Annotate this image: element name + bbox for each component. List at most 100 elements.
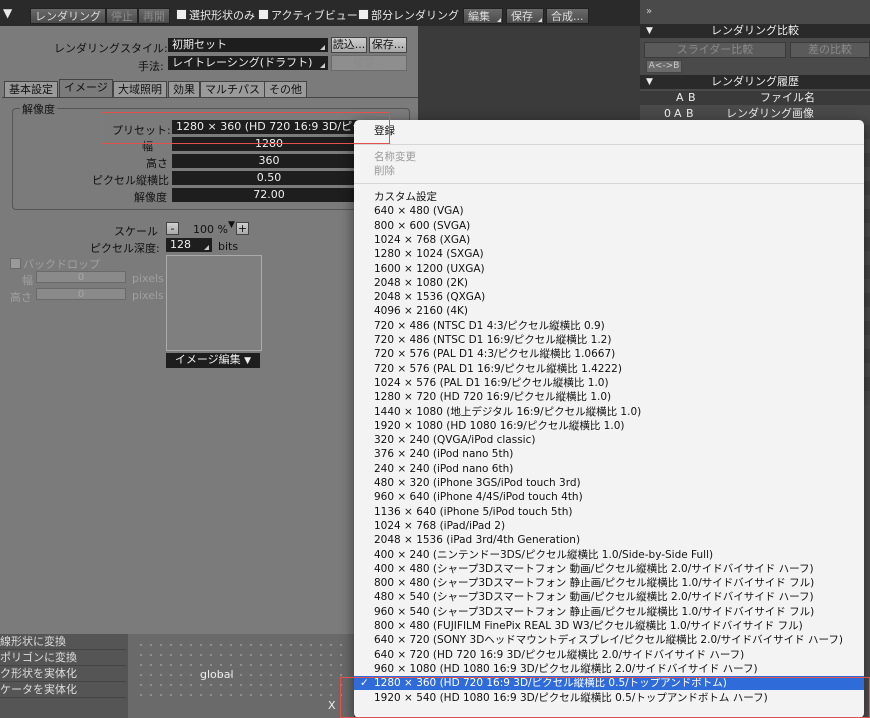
stop-button[interactable]: 停止	[106, 8, 138, 24]
image-edit-button[interactable]: イメージ編集 ▼	[166, 353, 260, 368]
preset-item[interactable]: 1024 × 768 (iPad/iPad 2)	[354, 519, 864, 533]
scale-dropdown-icon[interactable]: ▼	[228, 220, 235, 230]
load-button[interactable]: 読込...	[331, 37, 367, 53]
tab-effects[interactable]: 効果	[168, 81, 200, 98]
dropdown-icon	[204, 245, 209, 250]
preset-item[interactable]: 720 × 576 (PAL D1 4:3/ピクセル縦横比 1.0667)	[354, 347, 864, 361]
edit-menu-button[interactable]: 編集	[463, 8, 503, 24]
preset-item[interactable]: 2048 × 1080 (2K)	[354, 276, 864, 290]
backdrop-preview[interactable]	[166, 255, 262, 351]
checkbox-icon[interactable]	[358, 9, 369, 20]
scale-plus-button[interactable]: +	[236, 222, 249, 235]
backdrop-height-unit: pixels	[132, 289, 164, 302]
partial-render-checkbox[interactable]: 部分レンダリング	[358, 8, 459, 24]
list-item[interactable]: 線形状に変換	[0, 634, 126, 650]
backdrop-width-field[interactable]: 0	[36, 271, 126, 283]
checkbox-icon[interactable]	[10, 258, 21, 269]
render-style-select[interactable]: 初期セット	[168, 38, 328, 52]
method-settings-button[interactable]: 設定...	[331, 55, 407, 71]
preset-item[interactable]: 960 × 1080 (HD 1080 16:9 3D/ピクセル縦横比 2.0/…	[354, 662, 864, 676]
preset-item[interactable]: 800 × 480 (FUJIFILM FinePix REAL 3D W3/ピ…	[354, 619, 864, 633]
height-field[interactable]: 360	[172, 154, 366, 168]
preset-item[interactable]: 4096 × 2160 (4K)	[354, 304, 864, 318]
grid	[136, 640, 346, 700]
scale-value[interactable]: 100 %	[193, 223, 228, 236]
preset-item[interactable]: 240 × 240 (iPod nano 6th)	[354, 462, 864, 476]
menu-item-rename[interactable]: 名称変更	[354, 150, 864, 164]
list-item[interactable]: ク形状を実体化	[0, 666, 126, 682]
preset-item[interactable]: 1600 × 1200 (UXGA)	[354, 262, 864, 276]
preset-item[interactable]: 480 × 540 (シャープ3Dスマートフォン 動画/ピクセル縦横比 2.0/…	[354, 590, 864, 604]
row-b: B	[686, 107, 694, 120]
preset-item[interactable]: 640 × 480 (VGA)	[354, 204, 864, 218]
menu-item-register[interactable]: 登録	[354, 124, 864, 138]
preset-item[interactable]: 400 × 240 (ニンテンドー3DS/ピクセル縦横比 1.0/Side-by…	[354, 548, 864, 562]
list-item[interactable]: ポリゴンに変換	[0, 650, 126, 666]
preset-item[interactable]: 400 × 480 (シャープ3Dスマートフォン 動画/ピクセル縦横比 2.0/…	[354, 562, 864, 576]
tab-other[interactable]: その他	[264, 81, 307, 98]
collapse-arrow-icon[interactable]: ▼	[646, 75, 653, 89]
list-item[interactable]: ケータを実体化	[0, 682, 126, 698]
resolution-field[interactable]: 72.00	[172, 188, 366, 202]
tab-basic[interactable]: 基本設定	[4, 81, 58, 98]
scale-minus-button[interactable]: -	[166, 222, 179, 235]
preset-item[interactable]: 1024 × 768 (XGA)	[354, 233, 864, 247]
history-table-header: A B ファイル名	[640, 91, 870, 105]
active-view-checkbox[interactable]: アクティブビュー	[258, 8, 358, 24]
render-compare-header[interactable]: ▼ レンダリング比較	[640, 24, 870, 38]
save-style-button[interactable]: 保存...	[369, 37, 407, 53]
pixel-depth-select[interactable]: 128	[166, 238, 212, 252]
col-filename-header: ファイル名	[760, 91, 815, 104]
selected-only-checkbox[interactable]: 選択形状のみ	[176, 8, 255, 24]
backdrop-checkbox[interactable]: バックドロップ	[10, 256, 100, 272]
preset-item[interactable]: 640 × 720 (SONY 3Dヘッドマウントディスプレイ/ピクセル縦横比 …	[354, 633, 864, 647]
resume-button[interactable]: 再開	[138, 8, 170, 24]
preset-item[interactable]: 960 × 540 (シャープ3Dスマートフォン 静止画/ピクセル縦横比 1.0…	[354, 605, 864, 619]
composite-button[interactable]: 合成...	[546, 8, 589, 24]
menu-item-delete[interactable]: 削除	[354, 164, 864, 178]
preset-item[interactable]: 2048 × 1536 (QXGA)	[354, 290, 864, 304]
tab-global-illumination[interactable]: 大域照明	[113, 81, 167, 98]
save-menu-button[interactable]: 保存	[506, 8, 544, 24]
swap-ab-button[interactable]: A<->B	[646, 60, 682, 73]
preset-item[interactable]: 1280 × 720 (HD 720 16:9/ピクセル縦横比 1.0)	[354, 390, 864, 404]
preset-item[interactable]: 640 × 720 (HD 720 16:9 3D/ピクセル縦横比 2.0/サイ…	[354, 648, 864, 662]
preset-item[interactable]: 1280 × 1024 (SXGA)	[354, 247, 864, 261]
resolution-group-title: 解像度	[20, 101, 57, 117]
slider-compare-button[interactable]: スライダー比較	[644, 42, 786, 58]
preset-item[interactable]: カスタム設定	[354, 190, 864, 204]
expand-arrows-icon[interactable]: »	[646, 6, 652, 17]
preset-item[interactable]: 376 × 240 (iPod nano 5th)	[354, 447, 864, 461]
tab-multipass[interactable]: マルチパス	[200, 81, 265, 98]
collapse-arrow-icon[interactable]: ▼	[3, 5, 12, 21]
preset-item[interactable]: 720 × 486 (NTSC D1 4:3/ピクセル縦横比 0.9)	[354, 319, 864, 333]
preset-item[interactable]: 1136 × 640 (iPhone 5/iPod touch 5th)	[354, 505, 864, 519]
preset-item[interactable]: 320 × 240 (QVGA/iPod classic)	[354, 433, 864, 447]
preset-item[interactable]: 800 × 480 (シャープ3Dスマートフォン 静止画/ピクセル縦横比 1.0…	[354, 576, 864, 590]
checkbox-icon[interactable]	[176, 9, 187, 20]
table-row[interactable]: 0 A B レンダリング画像	[640, 107, 870, 121]
collapse-arrow-icon[interactable]: ▼	[646, 24, 653, 38]
dropdown-corner-icon	[538, 18, 542, 22]
preset-item[interactable]: 720 × 576 (PAL D1 16:9/ピクセル縦横比 1.4222)	[354, 362, 864, 376]
save-label: 保存	[511, 10, 533, 23]
backdrop-height-field[interactable]: 0	[36, 288, 126, 300]
render-history-title: レンダリング履歴	[711, 75, 799, 88]
preset-item[interactable]: 800 × 600 (SVGA)	[354, 219, 864, 233]
preset-item[interactable]: 480 × 320 (iPhone 3GS/iPod touch 3rd)	[354, 476, 864, 490]
render-button[interactable]: レンダリング	[30, 8, 106, 24]
method-select[interactable]: レイトレーシング(ドラフト)	[168, 56, 328, 70]
preset-item[interactable]: 960 × 640 (iPhone 4/4S/iPod touch 4th)	[354, 490, 864, 504]
preset-item[interactable]: 1440 × 1080 (地上デジタル 16:9/ピクセル縦横比 1.0)	[354, 405, 864, 419]
diff-compare-button[interactable]: 差の比較	[790, 42, 870, 58]
backdrop-label: バックドロップ	[23, 258, 100, 271]
checkbox-icon[interactable]	[258, 9, 269, 20]
preset-item[interactable]: 720 × 486 (NTSC D1 16:9/ピクセル縦横比 1.2)	[354, 333, 864, 347]
render-history-header[interactable]: ▼ レンダリング履歴	[640, 75, 870, 89]
dropdown-icon	[320, 63, 325, 68]
preset-item[interactable]: 1920 × 1080 (HD 1080 16:9/ピクセル縦横比 1.0)	[354, 419, 864, 433]
preset-item[interactable]: 2048 × 1536 (iPad 3rd/4th Generation)	[354, 533, 864, 547]
tab-image[interactable]: イメージ	[59, 79, 113, 98]
preset-item[interactable]: 1024 × 576 (PAL D1 16:9/ピクセル縦横比 1.0)	[354, 376, 864, 390]
pixel-aspect-field[interactable]: 0.50	[172, 171, 366, 185]
